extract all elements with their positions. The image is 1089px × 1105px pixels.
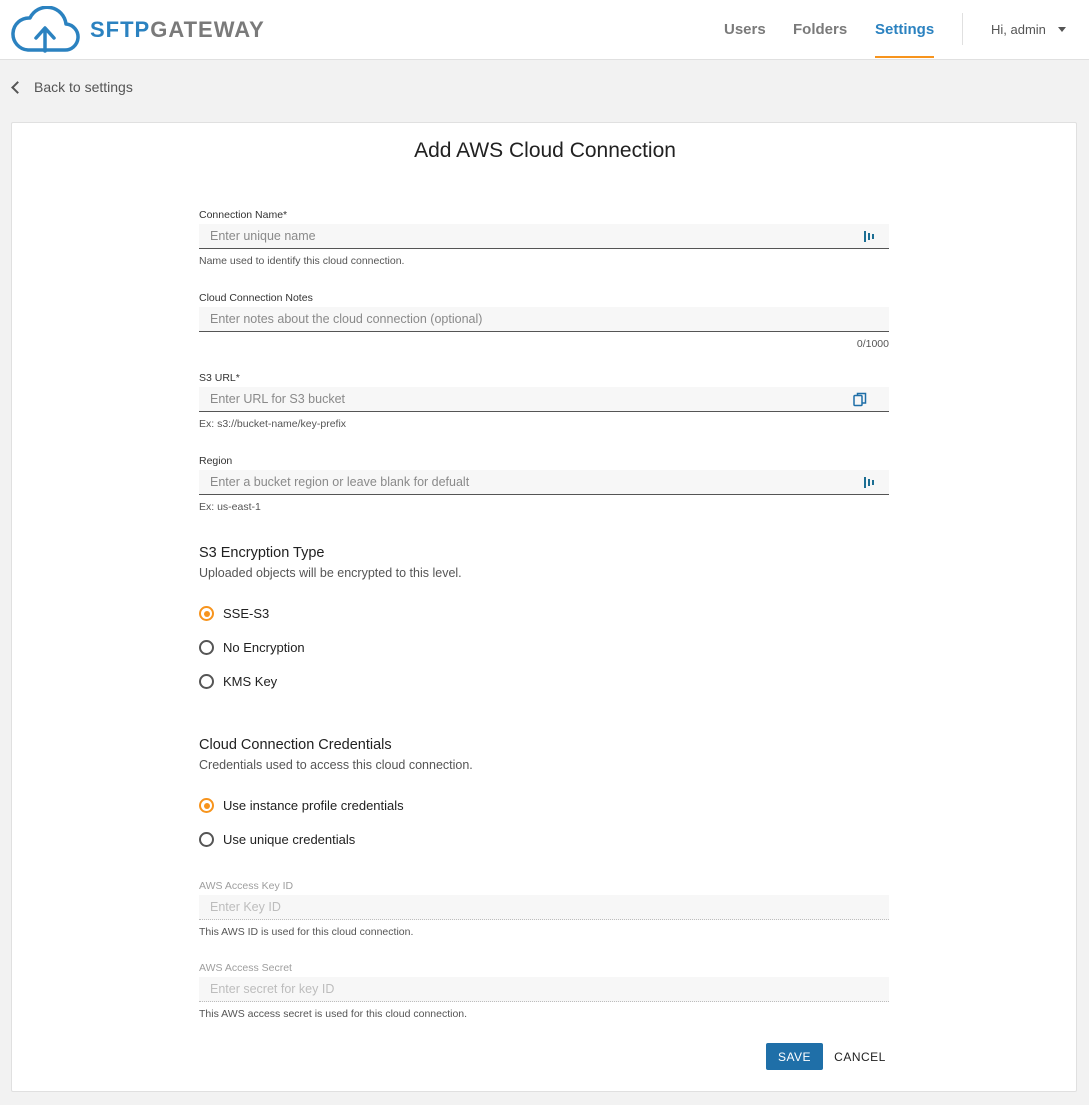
access-key-id-hint: This AWS ID is used for this cloud conne… xyxy=(199,926,414,938)
radio-label: Use unique credentials xyxy=(223,832,356,847)
region-field: Region Ex: us-east-1 xyxy=(199,454,889,514)
cancel-button[interactable]: CANCEL xyxy=(830,1043,890,1070)
cloud-upload-icon xyxy=(11,6,80,53)
nav-tab-users[interactable]: Users xyxy=(724,0,766,59)
radio-label: KMS Key xyxy=(223,674,278,689)
access-secret-label: AWS Access Secret xyxy=(199,962,292,974)
region-input-wrapper xyxy=(199,470,889,495)
radio-unchecked-icon xyxy=(199,674,214,689)
connection-name-input[interactable] xyxy=(199,224,889,248)
encryption-section-subtitle: Uploaded objects will be encrypted to th… xyxy=(199,566,462,580)
radio-unchecked-icon xyxy=(199,640,214,655)
user-greeting: Hi, admin xyxy=(991,22,1046,37)
access-secret-hint: This AWS access secret is used for this … xyxy=(199,1008,468,1020)
chevron-left-icon xyxy=(11,80,24,94)
nav-tab-settings[interactable]: Settings xyxy=(875,0,935,59)
s3-url-label-text: S3 URL xyxy=(199,372,236,384)
radio-label: Use instance profile credentials xyxy=(223,798,404,813)
connection-name-label-text: Connection Name xyxy=(199,209,284,221)
credentials-option-instance-profile[interactable]: Use instance profile credentials xyxy=(199,798,404,813)
connection-name-label: Connection Name* xyxy=(199,208,889,222)
s3-url-input[interactable] xyxy=(199,387,889,411)
password-manager-icon[interactable] xyxy=(864,231,874,242)
encryption-section-title: S3 Encryption Type xyxy=(199,545,325,561)
region-label: Region xyxy=(199,455,233,467)
notes-label: Cloud Connection Notes xyxy=(199,292,313,304)
notes-field: Cloud Connection Notes 0/1000 xyxy=(199,291,889,350)
radio-label: No Encryption xyxy=(223,640,305,655)
radio-label: SSE-S3 xyxy=(223,606,270,621)
s3-url-hint: Ex: s3://bucket-name/key-prefix xyxy=(199,418,347,430)
encryption-option-sse-s3[interactable]: SSE-S3 xyxy=(199,606,269,621)
copy-icon[interactable] xyxy=(853,392,867,407)
credentials-section-subtitle: Credentials used to access this cloud co… xyxy=(199,758,473,772)
s3-url-input-wrapper xyxy=(199,387,889,412)
encryption-option-kms-key[interactable]: KMS Key xyxy=(199,674,277,689)
region-hint: Ex: us-east-1 xyxy=(199,501,261,513)
back-link-label: Back to settings xyxy=(34,79,133,95)
back-to-settings-link[interactable]: Back to settings xyxy=(10,79,133,95)
radio-checked-icon xyxy=(199,798,214,813)
access-key-id-input[interactable] xyxy=(199,895,889,919)
notes-input[interactable] xyxy=(199,307,889,331)
page-title: Add AWS Cloud Connection xyxy=(414,139,676,162)
access-secret-input-wrapper xyxy=(199,977,889,1002)
access-secret-input[interactable] xyxy=(199,977,889,1001)
notes-char-counter: 0/1000 xyxy=(856,338,889,350)
save-button[interactable]: SAVE xyxy=(766,1043,823,1070)
notes-input-wrapper xyxy=(199,307,889,332)
encryption-option-none[interactable]: No Encryption xyxy=(199,640,305,655)
access-secret-field: AWS Access Secret This AWS access secret… xyxy=(199,961,889,1021)
region-input[interactable] xyxy=(199,470,889,494)
logo-sftp-text: SFTP xyxy=(90,17,151,42)
required-mark: * xyxy=(283,209,288,221)
password-manager-icon[interactable] xyxy=(864,477,874,488)
connection-name-hint: Name used to identify this cloud connect… xyxy=(199,255,405,267)
access-key-id-field: AWS Access Key ID This AWS ID is used fo… xyxy=(199,879,889,939)
access-key-id-input-wrapper xyxy=(199,895,889,920)
credentials-section-title: Cloud Connection Credentials xyxy=(199,737,392,753)
nav-divider xyxy=(962,13,963,45)
s3-url-label: S3 URL* xyxy=(199,371,889,385)
radio-unchecked-icon xyxy=(199,832,214,847)
sftp-gateway-logo[interactable]: SFTPGATEWAY xyxy=(10,6,265,54)
logo-gateway-text: GATEWAY xyxy=(150,17,265,42)
required-mark: * xyxy=(235,372,240,384)
nav-tab-folders[interactable]: Folders xyxy=(793,0,847,59)
logo-wordmark: SFTPGATEWAY xyxy=(90,17,265,43)
add-connection-card: Add AWS Cloud Connection Connection Name… xyxy=(11,122,1077,1092)
chevron-down-icon xyxy=(1057,27,1066,32)
credentials-option-unique[interactable]: Use unique credentials xyxy=(199,832,355,847)
top-navigation-bar: SFTPGATEWAY Users Folders Settings Hi, a… xyxy=(0,0,1089,60)
access-key-id-label: AWS Access Key ID xyxy=(199,880,294,892)
connection-name-input-wrapper xyxy=(199,224,889,249)
radio-checked-icon xyxy=(199,606,214,621)
connection-name-field: Connection Name* Name used to identify t… xyxy=(199,208,889,268)
user-menu[interactable]: Hi, admin xyxy=(991,0,1066,59)
s3-url-field: S3 URL* Ex: s3://bucket-name/key-prefix xyxy=(199,371,889,431)
